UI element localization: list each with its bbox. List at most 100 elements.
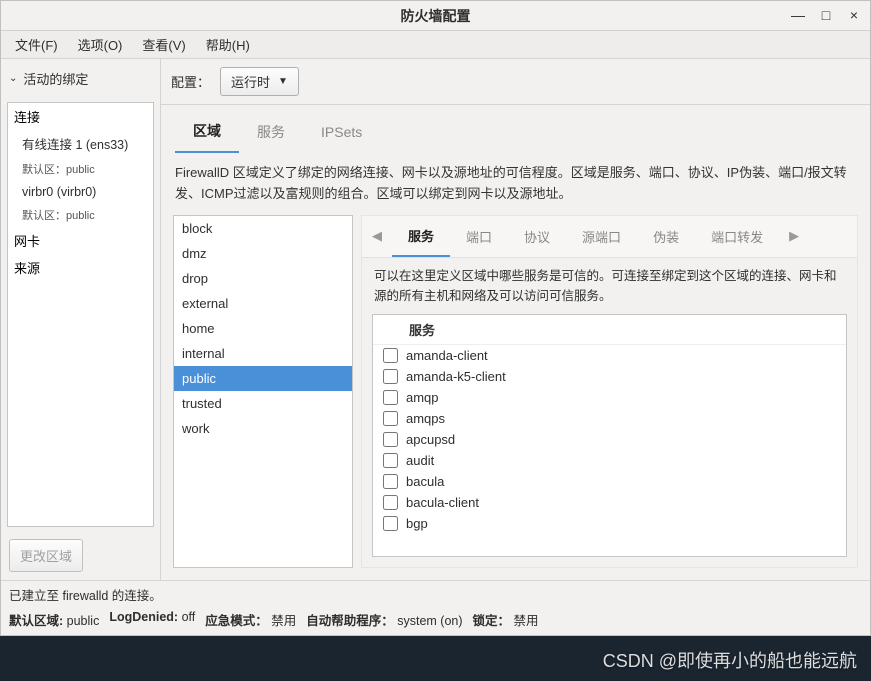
caret-down-icon: ▼ [278,76,288,87]
zone-item-dmz[interactable]: dmz [174,241,352,266]
connection-item[interactable]: 有线连接 1 (ens33) [8,130,153,157]
service-label: amanda-client [406,348,488,363]
scroll-right-icon[interactable]: ▶ [779,220,809,252]
service-column-header: 服务 [373,315,846,345]
service-checkbox[interactable] [383,411,398,426]
detail-tab-services[interactable]: 服务 [392,216,450,257]
main-area: ⌄ 活动的绑定 连接 有线连接 1 (ens33) 默认区：public vir… [1,59,870,580]
menu-help[interactable]: 帮助(H) [198,32,258,57]
sources-section-label: 来源 [8,254,153,281]
auto-helper-value: system (on) [397,614,462,628]
services-description: 可以在这里定义区域中哪些服务是可信的。可连接至绑定到这个区域的连接、网卡和源的所… [362,258,857,314]
sidebar: ⌄ 活动的绑定 连接 有线连接 1 (ens33) 默认区：public vir… [1,59,161,580]
service-row[interactable]: bacula [373,471,846,492]
service-label: amqps [406,411,445,426]
zone-item-external[interactable]: external [174,291,352,316]
config-label: 配置： [171,72,210,91]
window-title: 防火墙配置 [401,6,471,26]
active-bindings-header[interactable]: ⌄ 活动的绑定 [1,59,160,98]
zone-content: blockdmzdropexternalhomeinternalpublictr… [161,215,870,580]
interfaces-section-label: 网卡 [8,227,153,254]
connection-zone-label: 默认区：public [8,157,153,181]
zone-item-trusted[interactable]: trusted [174,391,352,416]
status-line2: 默认区域: public LogDenied: off 应急模式： 禁用 自动帮… [1,608,870,635]
service-checkbox[interactable] [383,432,398,447]
auto-helper-label: 自动帮助程序： [306,614,394,628]
service-row[interactable]: amqp [373,387,846,408]
detail-tab-port-forward[interactable]: 端口转发 [695,217,779,256]
right-pane: 配置： 运行时 ▼ 区域 服务 IPSets FirewallD 区域定义了绑定… [161,59,870,580]
chevron-down-icon: ⌄ [9,73,17,84]
service-label: amanda-k5-client [406,369,506,384]
detail-tabs: ◀ 服务 端口 协议 源端口 伪装 端口转发 ▶ [362,216,857,258]
service-label: bgp [406,516,428,531]
service-row[interactable]: amanda-k5-client [373,366,846,387]
detail-tab-source-ports[interactable]: 源端口 [566,217,637,256]
detail-tab-ports[interactable]: 端口 [450,217,508,256]
scroll-left-icon[interactable]: ◀ [362,220,392,252]
zone-item-home[interactable]: home [174,316,352,341]
connection-zone-label: 默认区：public [8,203,153,227]
close-icon[interactable]: × [846,7,862,23]
detail-tab-masquerade[interactable]: 伪装 [637,217,695,256]
service-list[interactable]: 服务 amanda-client amanda-k5-client amqp amqp… [372,314,847,557]
menubar: 文件(F) 选项(O) 查看(V) 帮助(H) [1,31,870,59]
zone-item-work[interactable]: work [174,416,352,441]
panic-mode-label: 应急模式： [205,614,268,628]
service-label: amqp [406,390,439,405]
tab-zone[interactable]: 区域 [175,111,239,153]
service-checkbox[interactable] [383,390,398,405]
zone-list[interactable]: blockdmzdropexternalhomeinternalpublictr… [173,215,353,568]
change-zone-button[interactable]: 更改区域 [9,539,83,572]
default-zone-label: 默认区域: [9,614,63,628]
connection-item[interactable]: virbr0 (virbr0) [8,181,153,203]
status-line1: 已建立至 firewalld 的连接。 [1,580,870,608]
lockdown-value: 禁用 [514,614,539,628]
watermark: CSDN @即使再小的船也能远航 [603,647,857,673]
service-checkbox[interactable] [383,516,398,531]
log-denied-label: LogDenied: [109,610,178,624]
service-checkbox[interactable] [383,348,398,363]
service-label: bacula [406,474,444,489]
tab-ipsets[interactable]: IPSets [303,114,380,150]
active-bindings-label: 活动的绑定 [23,69,88,88]
zone-item-public[interactable]: public [174,366,352,391]
service-label: bacula-client [406,495,479,510]
service-row[interactable]: bacula-client [373,492,846,513]
service-label: apcupsd [406,432,455,447]
service-label: audit [406,453,434,468]
zone-detail: ◀ 服务 端口 协议 源端口 伪装 端口转发 ▶ 可以在这里定义区域中哪些服务是… [361,215,858,568]
service-row[interactable]: bgp [373,513,846,534]
default-zone-value: public [67,614,100,628]
config-dropdown[interactable]: 运行时 ▼ [220,67,299,96]
service-row[interactable]: amanda-client [373,345,846,366]
menu-options[interactable]: 选项(O) [70,32,131,57]
firewall-config-window: 防火墙配置 — □ × 文件(F) 选项(O) 查看(V) 帮助(H) ⌄ 活动… [0,0,871,636]
menu-view[interactable]: 查看(V) [134,32,193,57]
service-checkbox[interactable] [383,369,398,384]
service-checkbox[interactable] [383,474,398,489]
zone-item-internal[interactable]: internal [174,341,352,366]
main-tabs: 区域 服务 IPSets [161,105,870,153]
maximize-icon[interactable]: □ [818,7,834,23]
tab-service[interactable]: 服务 [239,112,303,152]
bindings-list[interactable]: 连接 有线连接 1 (ens33) 默认区：public virbr0 (vir… [7,102,154,527]
service-row[interactable]: audit [373,450,846,471]
config-dropdown-value: 运行时 [231,72,270,91]
zone-item-drop[interactable]: drop [174,266,352,291]
connections-section-label: 连接 [8,103,153,130]
detail-tab-protocols[interactable]: 协议 [508,217,566,256]
config-toolbar: 配置： 运行时 ▼ [161,59,870,105]
titlebar: 防火墙配置 — □ × [1,1,870,31]
menu-file[interactable]: 文件(F) [7,32,66,57]
minimize-icon[interactable]: — [790,7,806,23]
service-checkbox[interactable] [383,453,398,468]
service-row[interactable]: amqps [373,408,846,429]
zone-item-block[interactable]: block [174,216,352,241]
log-denied-value: off [182,610,196,624]
window-controls: — □ × [790,7,862,23]
zone-description: FirewallD 区域定义了绑定的网络连接、网卡以及源地址的可信程度。区域是服… [161,153,870,215]
service-checkbox[interactable] [383,495,398,510]
panic-mode-value: 禁用 [271,614,296,628]
service-row[interactable]: apcupsd [373,429,846,450]
